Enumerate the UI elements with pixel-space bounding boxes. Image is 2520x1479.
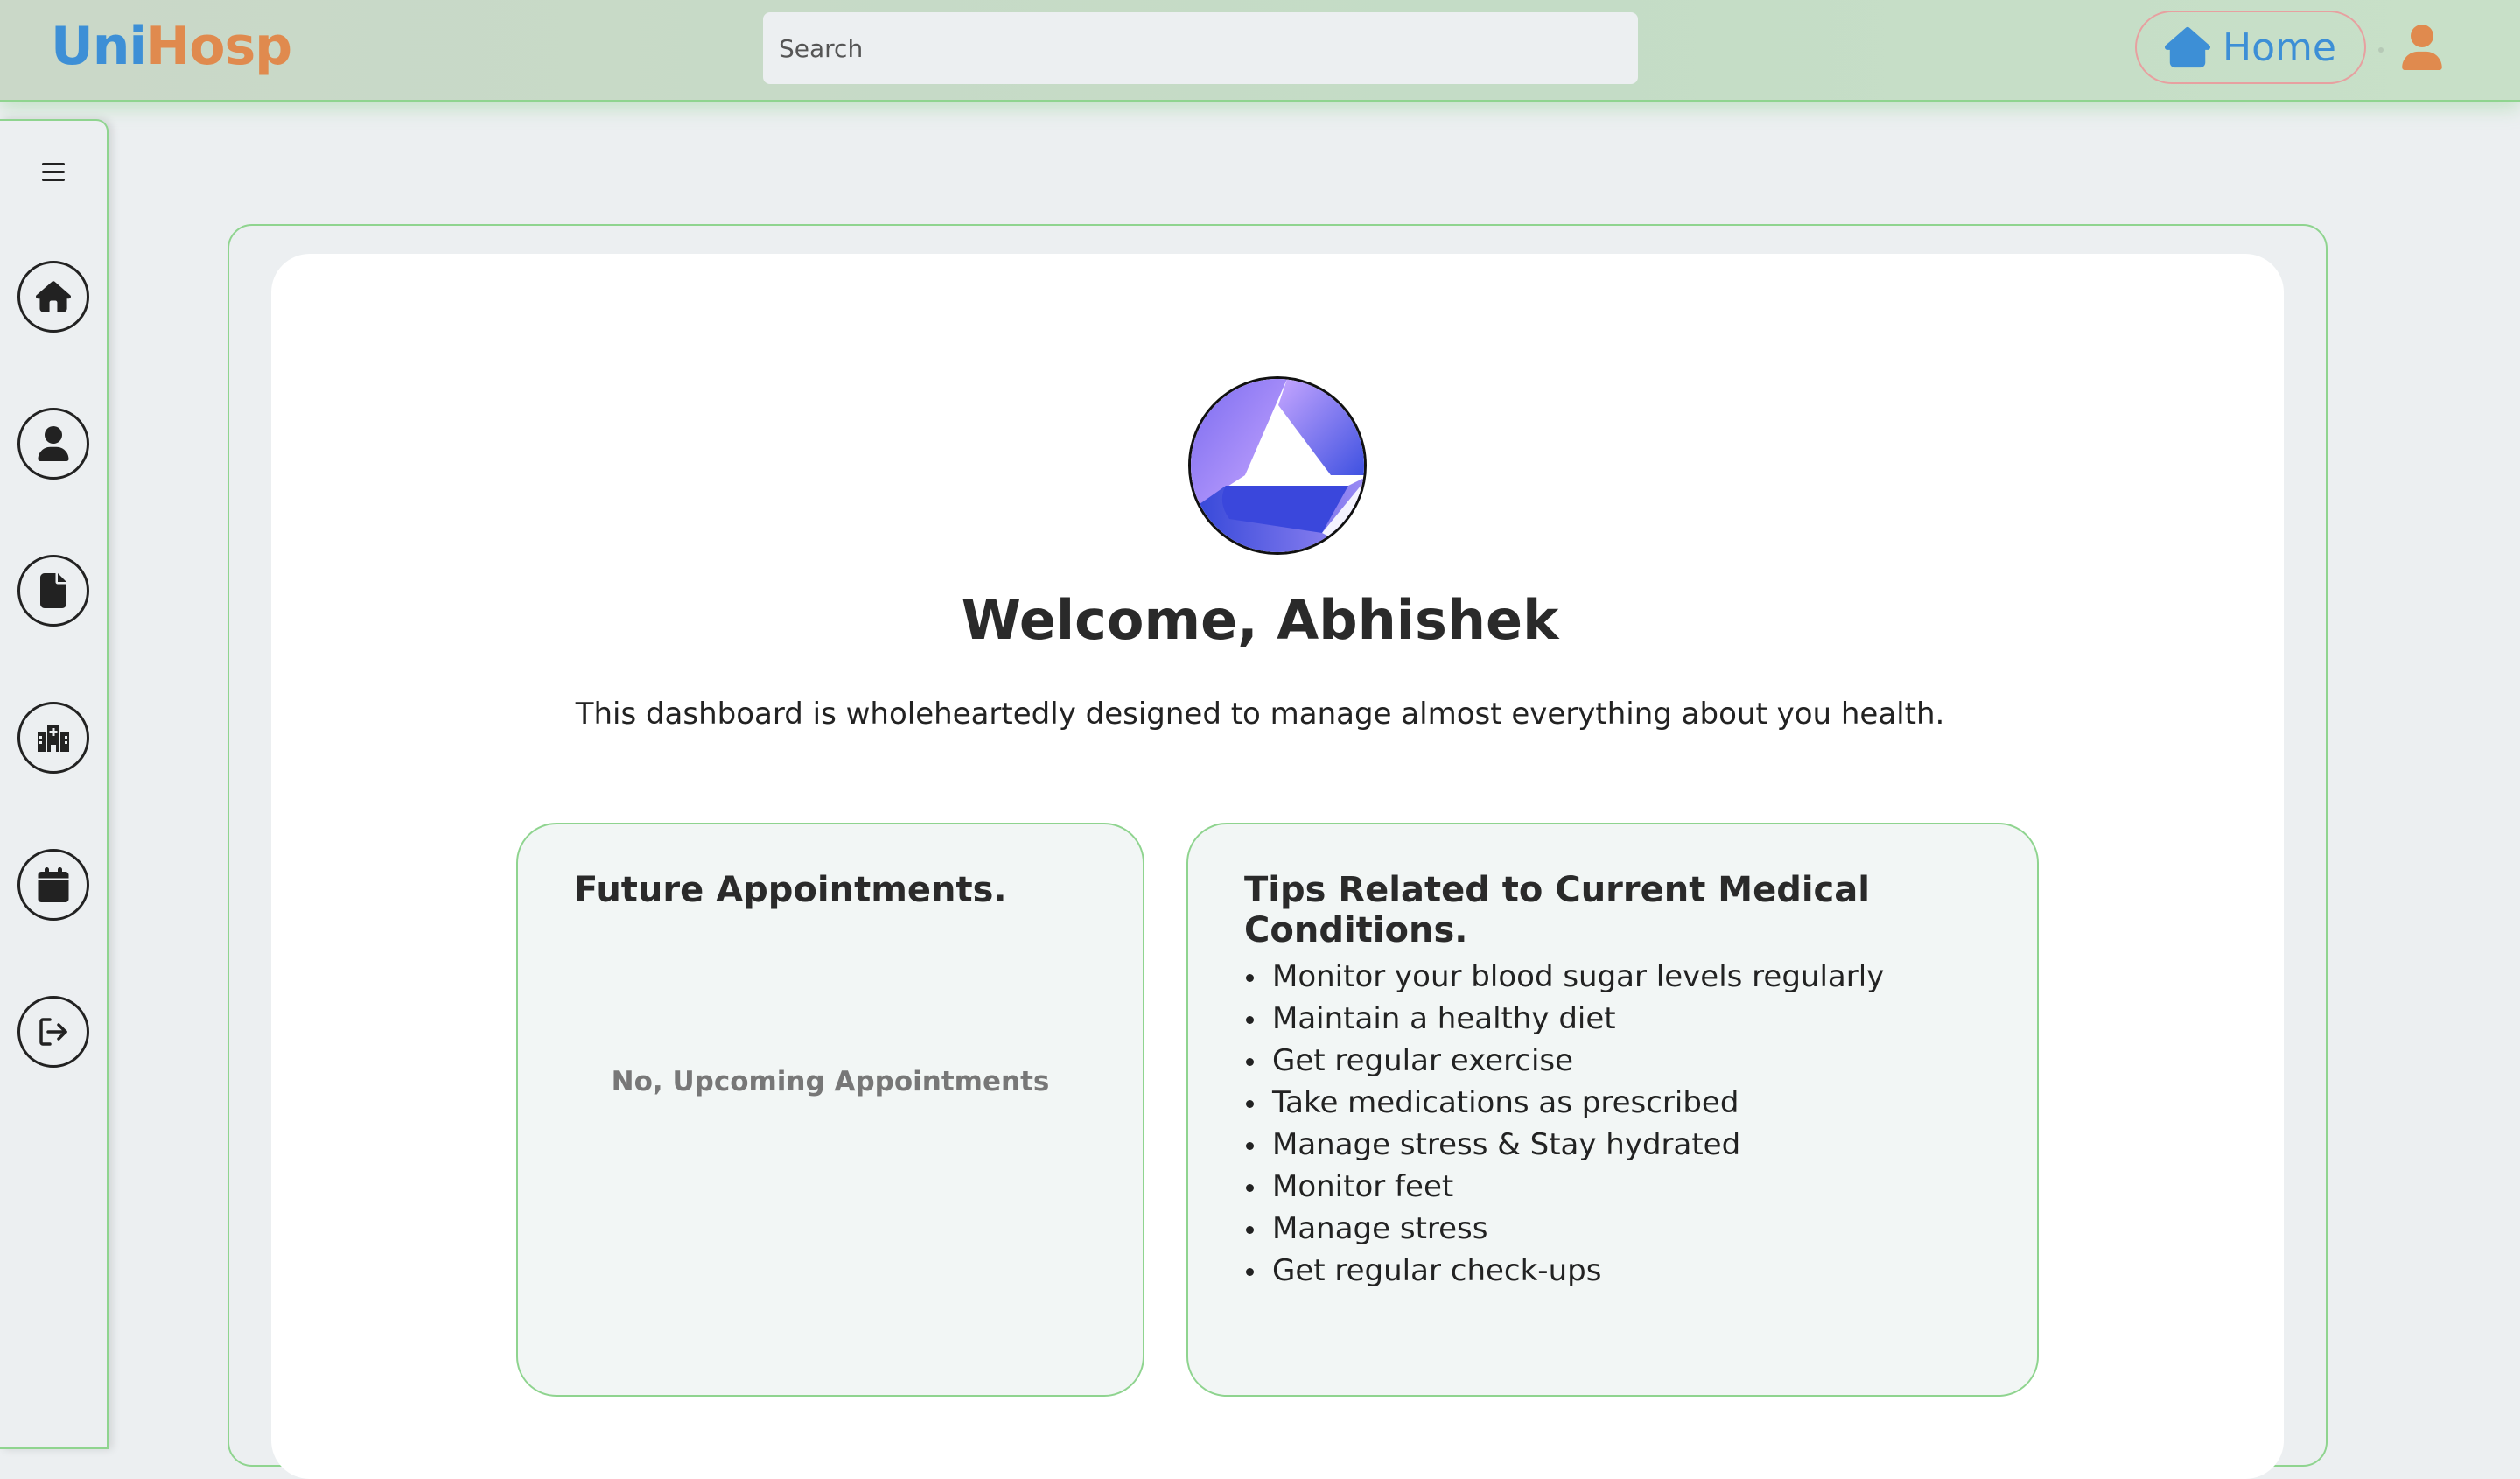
avatar-logo-icon [1191,379,1364,552]
tip-item: Manage stress [1244,1208,1884,1250]
tip-item: Take medications as prescribed [1244,1082,1884,1124]
brand-logo[interactable]: UniHosp [51,16,292,77]
tip-item: Get regular exercise [1244,1040,1884,1082]
top-bar: UniHosp Home [0,0,2520,102]
home-button-label: Home [2222,25,2336,70]
hamburger-menu-icon[interactable] [38,159,68,186]
logout-icon [39,1018,67,1046]
sidebar-item-home[interactable] [18,261,89,333]
tip-item: Monitor your blood sugar levels regularl… [1244,956,1884,998]
sidebar-item-logout[interactable] [18,996,89,1068]
brand-logo-part2: Hosp [146,16,292,77]
search-input[interactable] [763,12,1638,84]
sidebar [0,119,108,1449]
sidebar-item-appointments[interactable] [18,849,89,921]
medical-tips-title: Tips Related to Current Medical Conditio… [1244,870,1870,950]
brand-logo-part1: Uni [51,16,147,77]
medical-tips-card: Tips Related to Current Medical Conditio… [1186,823,2039,1397]
no-appointments-message: No, Upcoming Appointments [611,1066,1050,1097]
user-circle-icon [38,426,69,461]
tip-item: Maintain a healthy diet [1244,998,1884,1040]
future-appointments-title: Future Appointments. [574,870,1007,910]
separator-dot [2378,47,2384,53]
user-icon[interactable] [2399,25,2445,70]
tip-item: Manage stress & Stay hydrated [1244,1124,1884,1166]
home-button[interactable]: Home [2135,11,2366,84]
future-appointments-card: Future Appointments. No, Upcoming Appoin… [516,823,1144,1397]
tips-list: Monitor your blood sugar levels regularl… [1244,956,1884,1292]
sidebar-item-profile[interactable] [18,408,89,480]
tip-item: Get regular check-ups [1244,1250,1884,1292]
dashboard-subtitle: This dashboard is wholeheartedly designe… [575,697,1945,732]
home-icon [36,281,71,312]
home-icon [2165,26,2211,68]
profile-avatar [1188,376,1367,555]
welcome-heading: Welcome, Abhishek [961,588,1559,652]
calendar-icon [38,867,69,902]
tip-item: Monitor feet [1244,1166,1884,1208]
